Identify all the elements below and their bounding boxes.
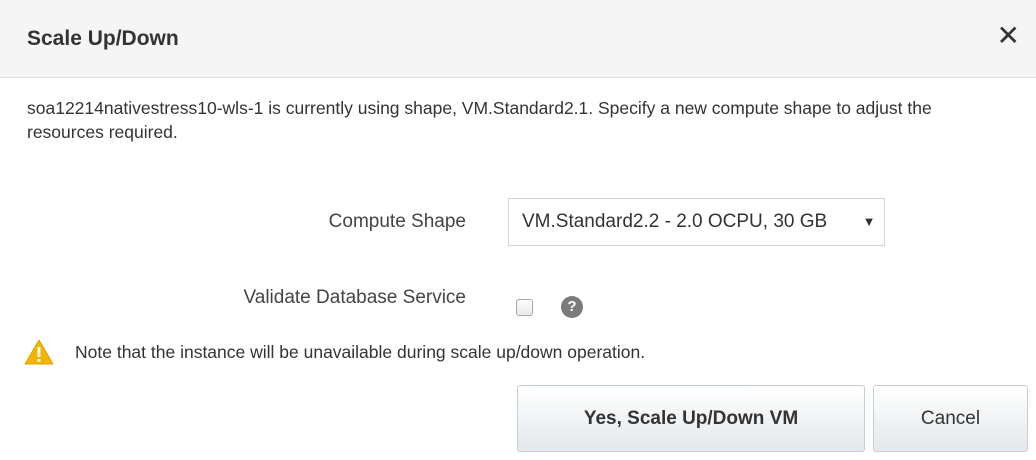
compute-shape-select[interactable]: VM.Standard2.2 - 2.0 OCPU, 30 GB ▼ [508,198,885,246]
cancel-button[interactable]: Cancel [873,385,1028,452]
compute-shape-value: VM.Standard2.2 - 2.0 OCPU, 30 GB [522,211,828,232]
dialog-title: Scale Up/Down [27,27,179,50]
compute-shape-label: Compute Shape [328,211,466,232]
warning-icon [24,339,54,365]
dialog-header: Scale Up/Down ✕ [0,0,1036,78]
warning-note: Note that the instance will be unavailab… [75,342,646,362]
dialog-message: soa12214nativestress10-wls-1 is currentl… [27,98,932,142]
validate-db-checkbox[interactable] [516,299,533,316]
scale-dialog: Scale Up/Down ✕ soa12214nativestress10-w… [0,0,1036,460]
validate-db-label: Validate Database Service [243,287,467,308]
dropdown-arrow-icon: ▼ [854,199,884,245]
confirm-scale-button[interactable]: Yes, Scale Up/Down VM [517,385,865,452]
help-icon[interactable]: ? [561,296,583,318]
close-icon[interactable]: ✕ [997,22,1020,50]
